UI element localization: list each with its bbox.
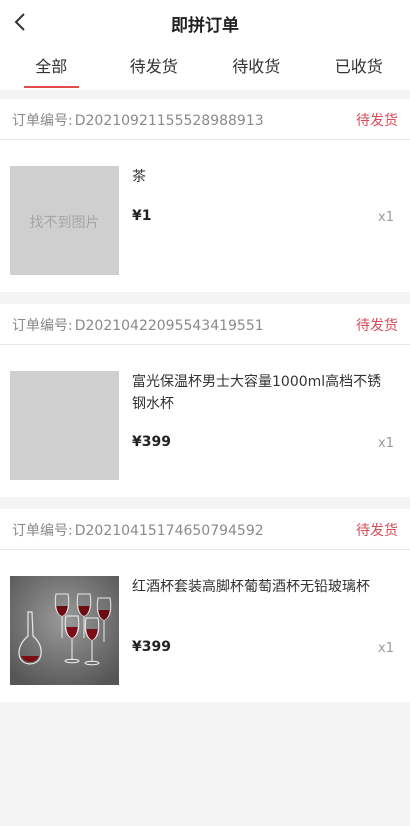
order-card-header: 订单编号: D20210921155528988913 待发货 [0,99,410,140]
tab-pending-receipt[interactable]: 待收货 [205,44,308,90]
order-number-value: D20210422095543419551 [74,318,264,334]
order-number: 订单编号: D20210921155528988913 [12,110,264,130]
tab-bar: 全部 待发货 待收货 已收货 [0,44,410,90]
order-number-value: D20210415174650794592 [74,523,264,539]
product-price: ¥1 [132,208,152,224]
order-card[interactable]: 订单编号: D20210921155528988913 待发货 找不到图片 茶 ¥… [0,99,410,292]
tab-all[interactable]: 全部 [0,44,103,90]
order-number-label: 订单编号: [12,523,73,539]
tab-received[interactable]: 已收货 [308,44,410,90]
product-name: 茶 [132,169,146,185]
product-image-placeholder: 找不到图片 [10,166,119,275]
header: 即拼订单 [0,0,410,44]
image-not-found-text: 找不到图片 [29,215,100,231]
product-name: 红酒杯套装高脚杯葡萄酒杯无铅玻璃杯 [132,579,370,595]
product-image [10,371,119,480]
order-card[interactable]: 订单编号: D20210415174650794592 待发货 红酒杯套装高脚杯… [0,509,410,702]
order-number: 订单编号: D20210415174650794592 [12,520,264,540]
product-quantity: x1 [378,210,394,225]
order-number-label: 订单编号: [12,113,73,129]
product-quantity: x1 [378,436,394,451]
product-image [10,576,119,685]
order-status: 待发货 [356,318,398,334]
order-item[interactable]: 找不到图片 茶 ¥1 x1 [0,140,410,292]
page: 即拼订单 全部 待发货 待收货 已收货 订单编号: D20210921155528… [0,0,410,826]
order-number: 订单编号: D20210422095543419551 [12,315,264,335]
wine-glasses-image [10,576,119,685]
product-name: 富光保温杯男士大容量1000ml高档不锈钢水杯 [132,374,382,412]
product-quantity: x1 [378,641,394,656]
tab-pending-shipment[interactable]: 待发货 [103,44,206,90]
product-price: ¥399 [132,434,171,450]
order-item[interactable]: 红酒杯套装高脚杯葡萄酒杯无铅玻璃杯 ¥399 x1 [0,550,410,702]
order-number-value: D20210921155528988913 [74,113,264,129]
order-status: 待发货 [356,113,398,129]
order-item[interactable]: 富光保温杯男士大容量1000ml高档不锈钢水杯 ¥399 x1 [0,345,410,497]
page-title: 即拼订单 [171,16,239,36]
order-card-header: 订单编号: D20210422095543419551 待发货 [0,304,410,345]
product-price: ¥399 [132,639,171,655]
order-status: 待发货 [356,523,398,539]
order-card-header: 订单编号: D20210415174650794592 待发货 [0,509,410,550]
order-number-label: 订单编号: [12,318,73,334]
order-card[interactable]: 订单编号: D20210422095543419551 待发货 富光保温杯男士大容… [0,304,410,497]
